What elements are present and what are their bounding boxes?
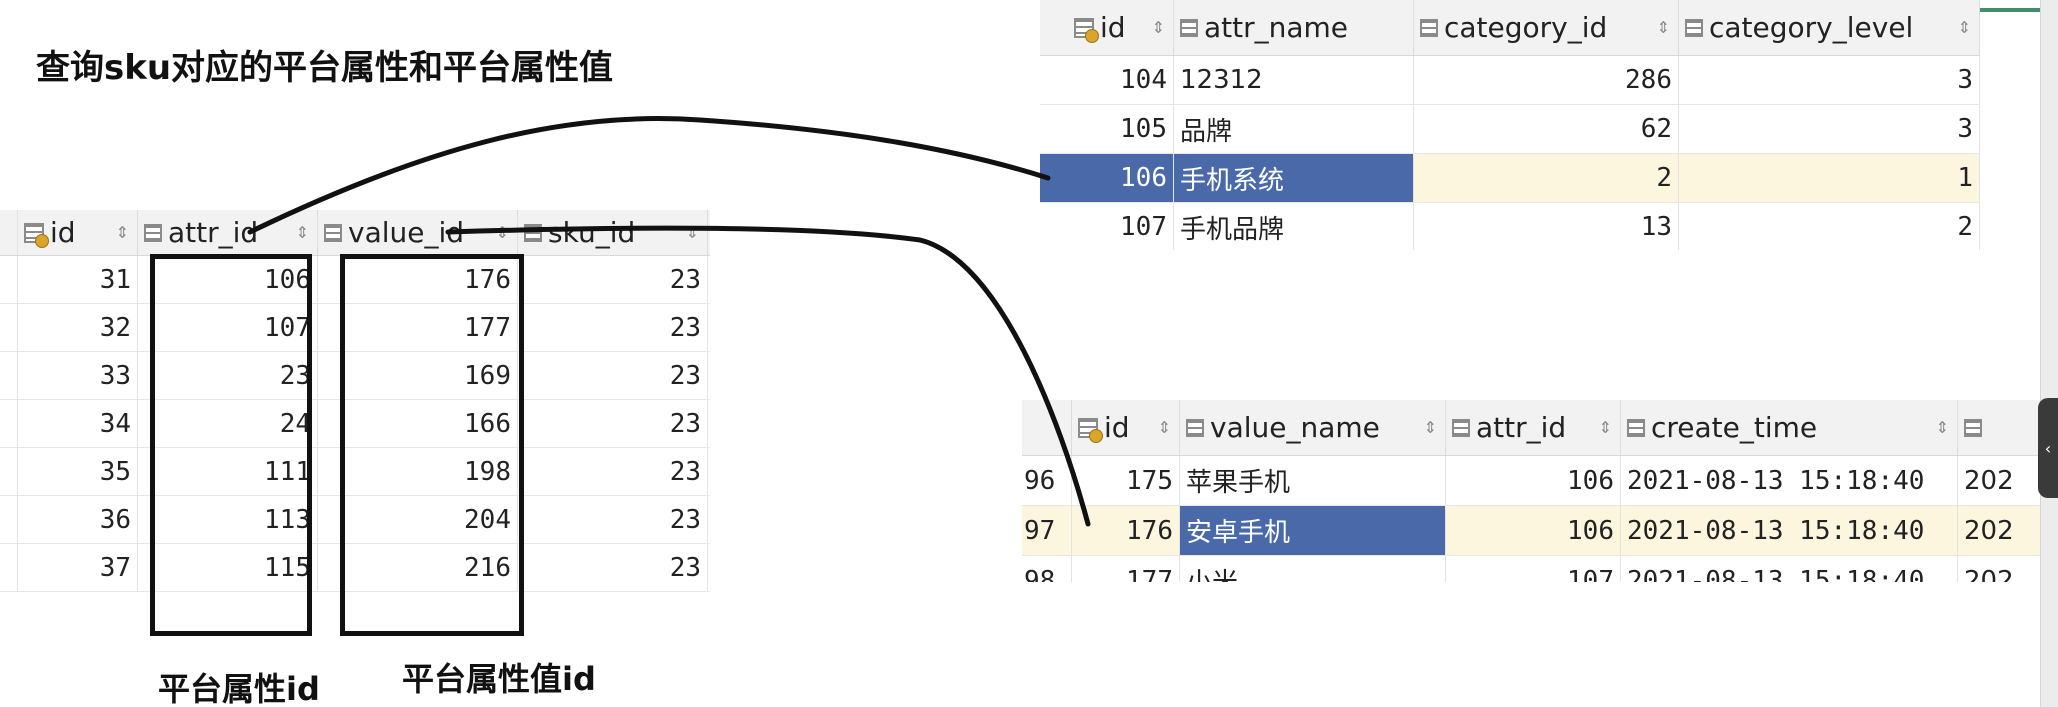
- annotation-arrows: [247, 116, 1091, 527]
- attr-link-curve: [247, 116, 1051, 235]
- value-link-curve: [445, 225, 1091, 527]
